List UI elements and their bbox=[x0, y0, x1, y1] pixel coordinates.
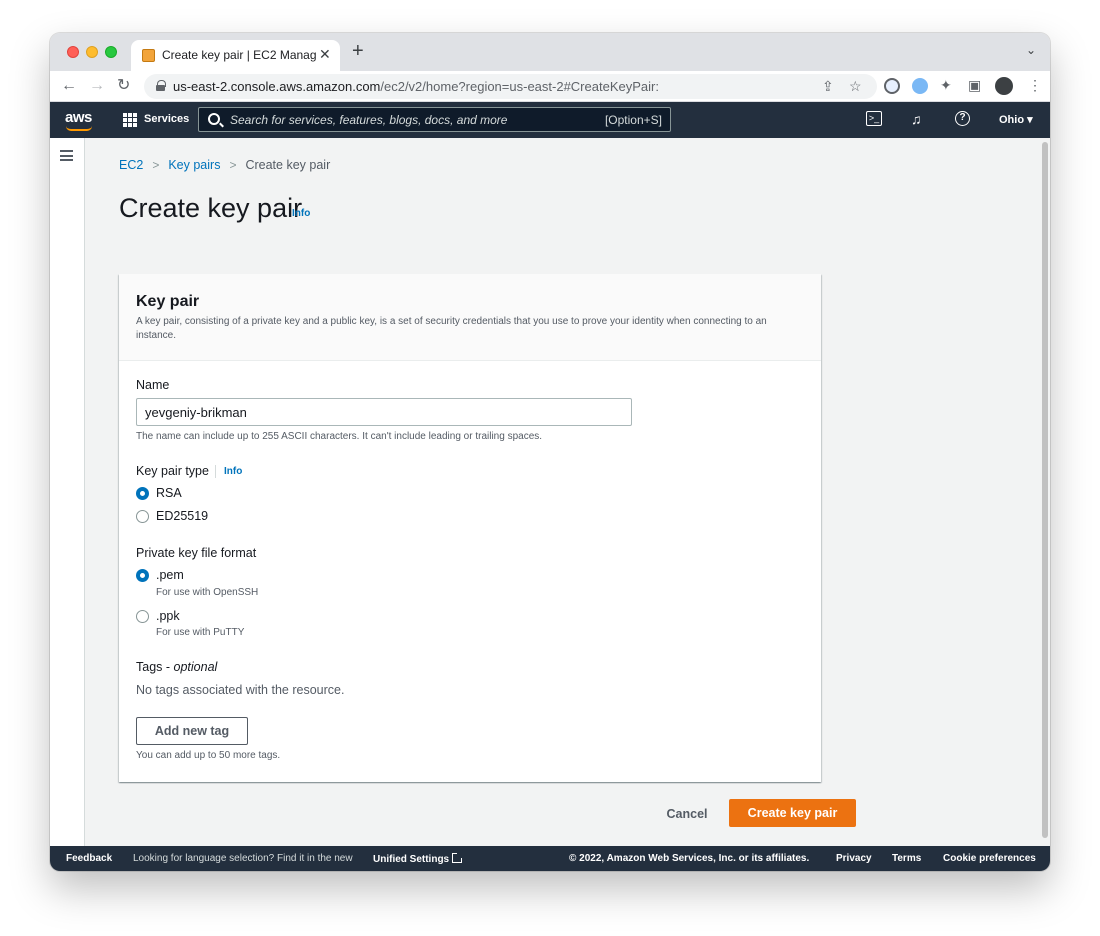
profile-avatar[interactable] bbox=[995, 77, 1013, 95]
key-pair-type-info-link[interactable]: Info bbox=[224, 466, 242, 477]
search-shortcut-hint: [Option+S] bbox=[604, 113, 662, 127]
radio-ppk-label[interactable]: .ppk bbox=[156, 609, 180, 623]
services-grid-icon[interactable] bbox=[123, 113, 137, 127]
browser-window: Create key pair | EC2 Management Console… bbox=[50, 33, 1050, 871]
breadcrumb-current: Create key pair bbox=[245, 158, 331, 172]
tags-hint: You can add up to 50 more tags. bbox=[136, 750, 281, 761]
radio-pem-label[interactable]: .pem bbox=[156, 568, 184, 582]
search-icon bbox=[208, 113, 220, 125]
services-menu-button[interactable]: Services bbox=[144, 113, 189, 125]
key-pair-type-label: Key pair type bbox=[136, 464, 209, 478]
browser-menu-icon[interactable]: ⋮ bbox=[1028, 77, 1042, 94]
breadcrumb-chevron-icon: > bbox=[229, 158, 237, 172]
tags-label: Tags - optional bbox=[136, 660, 218, 674]
radio-rsa-label[interactable]: RSA bbox=[156, 486, 182, 500]
page-title: Create key pair bbox=[119, 193, 303, 223]
reload-icon[interactable]: ↻ bbox=[117, 76, 130, 96]
breadcrumb-chevron-icon: > bbox=[152, 158, 160, 172]
help-icon[interactable]: ? bbox=[955, 111, 970, 126]
aws-search-input[interactable]: Search for services, features, blogs, do… bbox=[198, 107, 671, 132]
breadcrumb: EC2 > Key pairs > Create key pair bbox=[119, 158, 330, 172]
aws-favicon-icon bbox=[142, 49, 155, 62]
extension-compass-icon[interactable] bbox=[912, 78, 928, 94]
url-text: us-east-2.console.aws.amazon.com/ec2/v2/… bbox=[173, 79, 659, 94]
aws-smile-icon bbox=[66, 126, 92, 131]
minimize-window-button[interactable] bbox=[86, 46, 98, 58]
radio-ed25519[interactable] bbox=[136, 510, 149, 523]
maximize-window-button[interactable] bbox=[105, 46, 117, 58]
private-key-format-label: Private key file format bbox=[136, 546, 257, 560]
browser-tab[interactable]: Create key pair | EC2 Management Console… bbox=[131, 40, 340, 71]
breadcrumb-ec2[interactable]: EC2 bbox=[119, 158, 143, 172]
radio-ppk-description: For use with PuTTY bbox=[156, 627, 245, 638]
console-footer: Feedback Looking for language selection?… bbox=[50, 846, 1050, 871]
radio-rsa[interactable] bbox=[136, 487, 149, 500]
radio-ed25519-label[interactable]: ED25519 bbox=[156, 509, 208, 523]
side-navigation-rail bbox=[50, 138, 85, 846]
scrollbar-thumb[interactable] bbox=[1042, 142, 1048, 838]
external-link-icon bbox=[452, 852, 464, 863]
language-notice: Looking for language selection? Find it … bbox=[133, 853, 353, 864]
radio-pem-description: For use with OpenSSH bbox=[156, 587, 259, 598]
panel-header: Key pair A key pair, consisting of a pri… bbox=[119, 274, 821, 361]
back-arrow-icon[interactable]: ← bbox=[61, 76, 77, 96]
tab-strip: Create key pair | EC2 Management Console… bbox=[50, 33, 1050, 71]
aws-logo[interactable]: aws bbox=[65, 109, 92, 126]
forward-arrow-icon[interactable]: → bbox=[89, 76, 105, 96]
unified-settings-link[interactable]: Unified Settings bbox=[373, 852, 464, 865]
close-window-button[interactable] bbox=[67, 46, 79, 58]
bookmark-star-icon[interactable]: ☆ bbox=[849, 78, 862, 95]
tags-empty-message: No tags associated with the resource. bbox=[136, 683, 345, 697]
name-input[interactable] bbox=[136, 398, 632, 426]
share-icon[interactable]: ⇪ bbox=[822, 78, 834, 95]
cloudshell-icon[interactable]: >_ bbox=[866, 111, 882, 126]
aws-top-nav: aws Services Search for services, featur… bbox=[50, 102, 1050, 138]
divider bbox=[215, 465, 216, 478]
address-bar-row: ← → ↻ us-east-2.console.aws.amazon.com/e… bbox=[50, 71, 1050, 102]
new-tab-button[interactable]: + bbox=[352, 41, 364, 61]
cookie-preferences-link[interactable]: Cookie preferences bbox=[943, 853, 1036, 864]
extensions-puzzle-icon[interactable]: ✦ bbox=[940, 77, 952, 94]
tab-title: Create key pair | EC2 Management Console bbox=[162, 48, 317, 62]
radio-pem[interactable] bbox=[136, 569, 149, 582]
radio-ppk[interactable] bbox=[136, 610, 149, 623]
name-hint: The name can include up to 255 ASCII cha… bbox=[136, 431, 543, 442]
add-new-tag-button[interactable]: Add new tag bbox=[136, 717, 248, 745]
url-input[interactable]: us-east-2.console.aws.amazon.com/ec2/v2/… bbox=[144, 74, 877, 99]
panel-description: A key pair, consisting of a private key … bbox=[136, 316, 767, 341]
lock-icon bbox=[156, 80, 166, 91]
page-info-link[interactable]: Info bbox=[292, 208, 310, 219]
tab-search-button[interactable]: ⌄ bbox=[1026, 43, 1036, 57]
feedback-link[interactable]: Feedback bbox=[66, 853, 112, 864]
notifications-bell-icon[interactable]: ♫ bbox=[911, 111, 922, 127]
panel-title: Key pair bbox=[136, 293, 200, 310]
side-panel-icon[interactable]: ▣ bbox=[968, 77, 981, 94]
create-key-pair-button[interactable]: Create key pair bbox=[729, 799, 856, 827]
region-selector[interactable]: Ohio ▾ bbox=[999, 113, 1033, 126]
breadcrumb-key-pairs[interactable]: Key pairs bbox=[168, 158, 220, 172]
close-tab-icon[interactable]: ✕ bbox=[319, 46, 331, 63]
copyright-text: © 2022, Amazon Web Services, Inc. or its… bbox=[569, 853, 810, 864]
name-label: Name bbox=[136, 378, 170, 392]
cancel-button[interactable]: Cancel bbox=[657, 800, 717, 828]
search-placeholder: Search for services, features, blogs, do… bbox=[230, 113, 508, 127]
extension-globe-icon[interactable] bbox=[884, 78, 900, 94]
hamburger-menu-icon[interactable] bbox=[60, 150, 73, 161]
scrollbar[interactable] bbox=[1040, 138, 1050, 846]
main-content: EC2 > Key pairs > Create key pair Create key… bbox=[85, 138, 1040, 846]
terms-link[interactable]: Terms bbox=[892, 853, 921, 864]
key-pair-panel: Key pair A key pair, consisting of a pri… bbox=[119, 274, 821, 782]
privacy-link[interactable]: Privacy bbox=[836, 853, 872, 864]
